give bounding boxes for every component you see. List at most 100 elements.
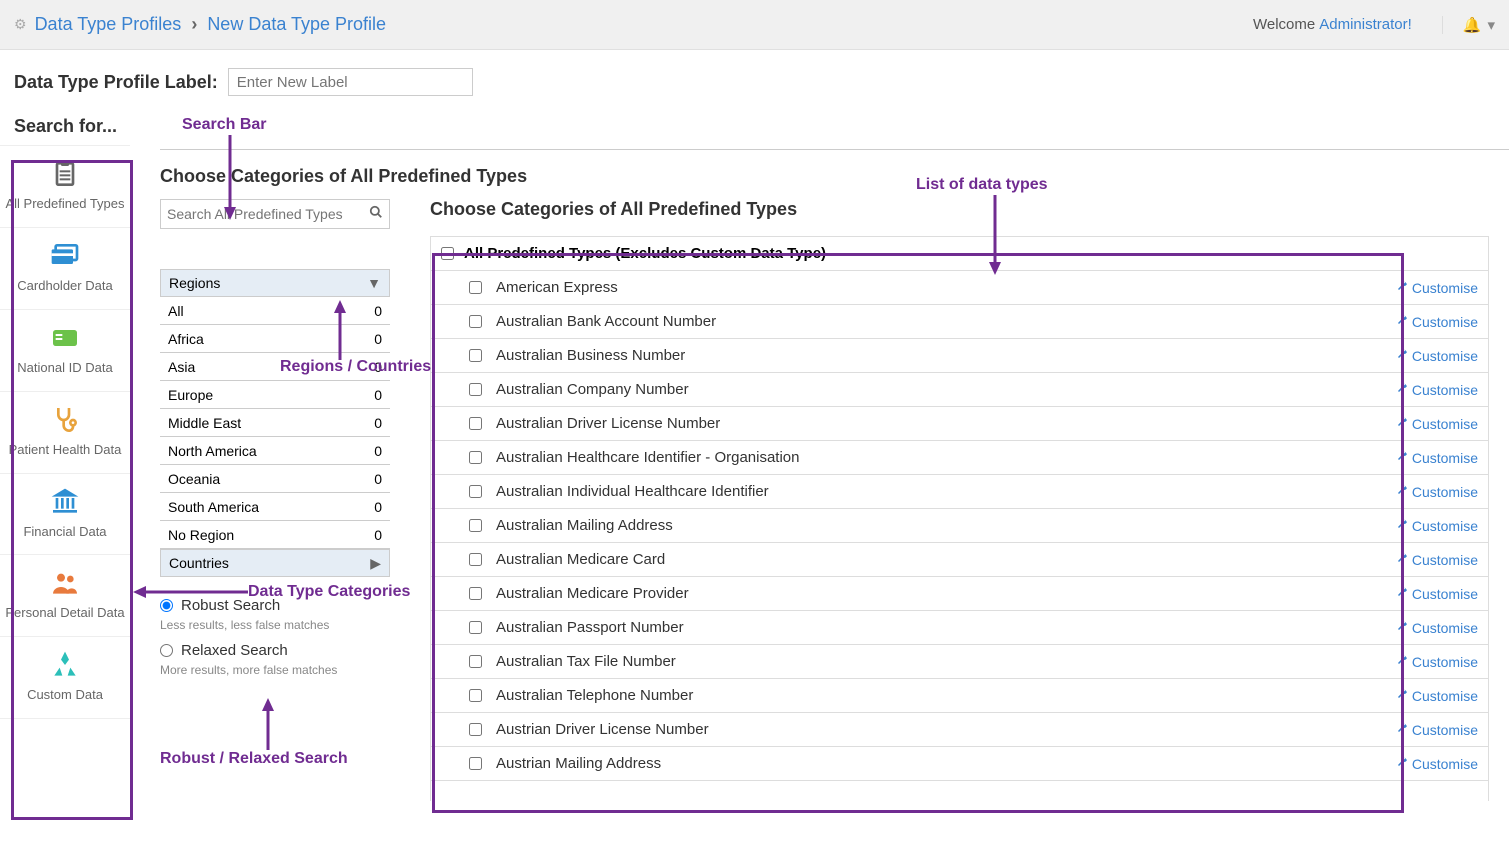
breadcrumb-root[interactable]: Data Type Profiles [35, 14, 182, 35]
robust-radio[interactable] [160, 599, 173, 612]
regions-expand[interactable]: Regions ▼ [160, 269, 390, 297]
type-row[interactable]: American ExpressCustomise [431, 271, 1488, 305]
type-row[interactable]: Australian Bank Account Number Customise [431, 305, 1488, 339]
type-checkbox[interactable] [469, 689, 482, 702]
type-row[interactable]: Australian Tax File NumberCustomise [431, 645, 1488, 679]
sidebar-item-patient-health[interactable]: Patient Health Data [0, 392, 130, 474]
type-checkbox[interactable] [469, 281, 482, 294]
customise-link[interactable]: Customise [1396, 552, 1478, 568]
type-checkbox[interactable] [469, 451, 482, 464]
customise-link[interactable]: Customise [1396, 450, 1478, 466]
relaxed-radio[interactable] [160, 644, 173, 657]
customise-link[interactable]: Customise [1396, 280, 1478, 296]
type-row[interactable]: Australian Individual Healthcare Identif… [431, 475, 1488, 509]
relaxed-search-option[interactable]: Relaxed Search [160, 642, 400, 659]
sidebar-item-all-predefined[interactable]: All Predefined Types [0, 145, 130, 228]
customise-link[interactable]: Customise [1396, 484, 1478, 500]
type-row[interactable]: Austrian Driver License NumberCustomise [431, 713, 1488, 747]
select-all-checkbox[interactable] [441, 247, 454, 260]
card-icon [49, 238, 81, 274]
sidebar-item-national-id[interactable]: National ID Data [0, 310, 130, 392]
customise-link[interactable]: Customise [1396, 654, 1478, 670]
bank-icon [49, 484, 81, 520]
type-list[interactable]: American ExpressCustomiseAustralian Bank… [430, 271, 1489, 801]
sidebar-item-financial[interactable]: Financial Data [0, 474, 130, 556]
type-checkbox[interactable] [469, 349, 482, 362]
customise-link[interactable]: Customise [1396, 416, 1478, 432]
customise-link[interactable]: Customise [1396, 314, 1478, 330]
region-row[interactable]: North America0 [160, 437, 390, 465]
type-checkbox[interactable] [469, 519, 482, 532]
type-checkbox[interactable] [469, 553, 482, 566]
customise-label: Customise [1412, 586, 1478, 602]
type-row[interactable]: Australian Company NumberCustomise [431, 373, 1488, 407]
page-header: ⚙ Data Type Profiles › New Data Type Pro… [0, 0, 1509, 50]
region-row[interactable]: Oceania0 [160, 465, 390, 493]
sidebar-item-label: National ID Data [17, 360, 112, 377]
type-row[interactable]: Australian Driver License NumberCustomis… [431, 407, 1488, 441]
type-checkbox[interactable] [469, 417, 482, 430]
type-checkbox[interactable] [469, 757, 482, 770]
type-checkbox[interactable] [469, 485, 482, 498]
customise-link[interactable]: Customise [1396, 620, 1478, 636]
customise-label: Customise [1412, 484, 1478, 500]
countries-expand[interactable]: Countries ▶ [160, 549, 390, 577]
all-types-header[interactable]: All Predefined Types (Excludes Custom Da… [430, 236, 1489, 271]
region-row[interactable]: South America0 [160, 493, 390, 521]
welcome-text: Welcome [1253, 16, 1315, 33]
type-row[interactable]: Australian Medicare CardCustomise [431, 543, 1488, 577]
sidebar-item-label: Patient Health Data [9, 442, 122, 459]
type-checkbox[interactable] [469, 723, 482, 736]
robust-search-option[interactable]: Robust Search [160, 597, 400, 614]
type-row[interactable]: Australian Mailing AddressCustomise [431, 509, 1488, 543]
notifications-area[interactable]: 🔔 ▾ [1442, 16, 1495, 34]
robust-label: Robust Search [181, 597, 280, 614]
type-row[interactable]: Australian Telephone NumberCustomise [431, 679, 1488, 713]
type-checkbox[interactable] [469, 655, 482, 668]
type-checkbox[interactable] [469, 587, 482, 600]
wrench-icon [1396, 756, 1408, 771]
region-row[interactable]: No Region0 [160, 521, 390, 549]
sidebar-item-cardholder[interactable]: Cardholder Data [0, 228, 130, 310]
type-row[interactable]: Australian Business NumberCustomise [431, 339, 1488, 373]
region-count: 0 [374, 331, 382, 347]
region-count: 0 [374, 527, 382, 543]
region-count: 0 [374, 499, 382, 515]
search-icon[interactable] [369, 205, 383, 223]
customise-link[interactable]: Customise [1396, 722, 1478, 738]
types-heading: Choose Categories of All Predefined Type… [430, 199, 1489, 220]
breadcrumb-current: New Data Type Profile [207, 14, 386, 35]
user-link[interactable]: Administrator! [1319, 16, 1412, 33]
bell-icon[interactable]: 🔔 [1463, 16, 1482, 34]
customise-link[interactable]: Customise [1396, 518, 1478, 534]
main-content: Choose Categories of All Predefined Type… [130, 145, 1509, 801]
chevron-down-icon[interactable]: ▾ [1487, 16, 1495, 34]
region-row[interactable]: Europe0 [160, 381, 390, 409]
type-checkbox[interactable] [469, 383, 482, 396]
type-row[interactable]: Australian Passport NumberCustomise [431, 611, 1488, 645]
customise-link[interactable]: Customise [1396, 348, 1478, 364]
customise-link[interactable]: Customise [1396, 586, 1478, 602]
search-box[interactable] [160, 199, 390, 229]
type-checkbox[interactable] [469, 621, 482, 634]
sidebar-item-custom[interactable]: Custom Data [0, 637, 130, 719]
gear-icon[interactable]: ⚙ [14, 16, 27, 33]
customise-link[interactable]: Customise [1396, 688, 1478, 704]
type-row[interactable]: Australian Healthcare Identifier - Organ… [431, 441, 1488, 475]
type-name: Australian Bank Account Number [496, 313, 716, 330]
search-input[interactable] [167, 206, 369, 222]
customise-label: Customise [1412, 688, 1478, 704]
customise-link[interactable]: Customise [1396, 756, 1478, 772]
region-row[interactable]: Africa0 [160, 325, 390, 353]
customise-link[interactable]: Customise [1396, 382, 1478, 398]
region-row[interactable]: Middle East0 [160, 409, 390, 437]
type-checkbox[interactable] [469, 315, 482, 328]
type-row[interactable]: Australian Medicare ProviderCustomise [431, 577, 1488, 611]
wrench-icon [1396, 722, 1408, 737]
mid-area: Regions ▼ All0Africa0Asia0Europe0Middle … [160, 199, 1509, 801]
sidebar-item-personal[interactable]: Personal Detail Data [0, 555, 130, 637]
profile-label-input[interactable] [228, 68, 473, 96]
region-row[interactable]: Asia0 [160, 353, 390, 381]
type-row[interactable]: Austrian Mailing AddressCustomise [431, 747, 1488, 781]
region-row[interactable]: All0 [160, 297, 390, 325]
